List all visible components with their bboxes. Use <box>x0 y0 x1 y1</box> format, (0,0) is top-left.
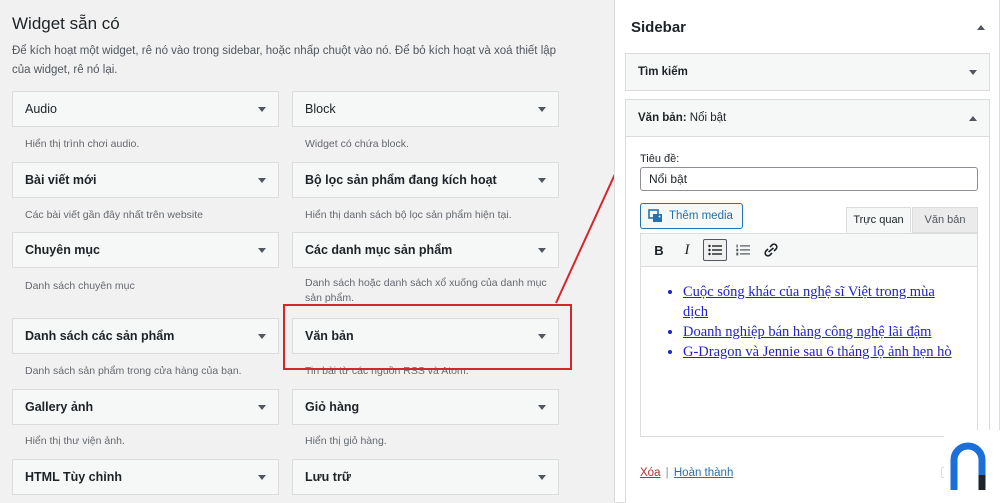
widget-title: Danh sách các sản phẩm <box>25 329 175 343</box>
widget-description: Hiển thị giỏ hàng. <box>305 435 387 447</box>
chevron-down-icon[interactable] <box>538 106 546 112</box>
italic-button[interactable]: I <box>675 239 699 261</box>
bold-icon: B <box>654 242 664 258</box>
title-input[interactable] <box>640 167 978 191</box>
link-icon <box>764 243 778 257</box>
title-label: Tiêu đề: <box>640 153 680 165</box>
chevron-down-icon[interactable] <box>538 247 546 253</box>
sidebar-title: Sidebar <box>631 18 687 36</box>
widget-title: Audio <box>25 102 57 116</box>
widget-title: HTML Tùy chỉnh <box>25 470 122 484</box>
widget-categories[interactable]: Chuyên mục <box>12 232 279 268</box>
chevron-down-icon[interactable] <box>538 404 546 410</box>
widget-description: Danh sách sản phẩm trong cửa hàng của bạ… <box>25 365 242 377</box>
widget-title: Các danh mục sản phẩm <box>305 243 453 257</box>
available-widgets-description: Để kích hoạt một widget, rê nó vào trong… <box>12 45 557 76</box>
available-widgets-title: Widget sẵn có <box>12 14 120 33</box>
widget-title: Bài viết mới <box>25 173 97 187</box>
widget-title: Lưu trữ <box>305 470 351 484</box>
widget-type-label: Văn bản: <box>638 112 687 124</box>
chevron-down-icon[interactable] <box>258 177 266 183</box>
widget-description: Hiển thị danh sách bộ lọc sản phẩm hiện … <box>305 209 512 221</box>
media-icon <box>648 209 662 222</box>
widget-custom-html[interactable]: HTML Tùy chỉnh <box>12 459 279 495</box>
widget-title: Giỏ hàng <box>305 400 360 414</box>
add-media-button[interactable]: Thêm media <box>640 203 743 229</box>
widget-description: Danh sách hoặc danh sách xổ xuống của da… <box>305 277 547 304</box>
chevron-down-icon[interactable] <box>538 474 546 480</box>
text-widget-form: Tiêu đề: Thêm media Trực quan Văn bản B … <box>625 137 990 503</box>
chevron-down-icon[interactable] <box>969 69 977 75</box>
article-link[interactable]: Doanh nghiệp bán hàng công nghệ lãi đậm <box>683 324 931 340</box>
widget-product-categories[interactable]: Các danh mục sản phẩm <box>292 232 559 268</box>
widget-active-product-filters[interactable]: Bộ lọc sản phẩm đang kích hoạt <box>292 162 559 198</box>
content-list: Cuộc sống khác của nghệ sĩ Việt trong mù… <box>683 282 963 362</box>
widget-products-list[interactable]: Danh sách các sản phẩm <box>12 318 279 354</box>
widget-audio[interactable]: Audio <box>12 91 279 127</box>
list-item: Doanh nghiệp bán hàng công nghệ lãi đậm <box>683 322 963 342</box>
add-media-label: Thêm media <box>669 210 733 222</box>
tab-visual[interactable]: Trực quan <box>846 207 911 233</box>
chevron-down-icon[interactable] <box>258 474 266 480</box>
widget-description: Các bài viết gần đây nhất trên website <box>25 209 204 221</box>
chevron-down-icon[interactable] <box>538 177 546 183</box>
italic-icon: I <box>684 241 690 258</box>
widget-title: Bộ lọc sản phẩm đang kích hoạt <box>305 173 497 187</box>
sidebar-widget-search[interactable]: Tìm kiếm <box>625 53 990 91</box>
list-item: G-Dragon và Jennie sau 6 tháng lộ ảnh hẹ… <box>683 342 963 362</box>
chevron-up-icon[interactable] <box>969 115 977 121</box>
rich-text-editor: B I • Cuộc sống khác của nghệ sĩ Việt tr… <box>640 233 978 437</box>
widget-recent-posts[interactable]: Bài viết mới <box>12 162 279 198</box>
bulleted-list-icon <box>708 244 722 256</box>
bulleted-list-button[interactable] <box>703 239 727 261</box>
chevron-down-icon[interactable] <box>258 404 266 410</box>
numbered-list-icon <box>736 244 750 256</box>
chevron-down-icon[interactable] <box>258 333 266 339</box>
list-item: Cuộc sống khác của nghệ sĩ Việt trong mù… <box>683 282 963 322</box>
widget-actions: Xóa | Hoàn thành <box>640 467 733 479</box>
delete-link[interactable]: Xóa <box>640 467 660 479</box>
widget-cart[interactable]: Giỏ hàng <box>292 389 559 425</box>
sidebar-widget-text[interactable]: Văn bản: Nổi bật <box>625 99 990 137</box>
widget-gallery[interactable]: Gallery ảnh <box>12 389 279 425</box>
widget-title: Block <box>305 102 336 116</box>
widget-block[interactable]: Block <box>292 91 559 127</box>
editor-content[interactable]: Cuộc sống khác của nghệ sĩ Việt trong mù… <box>641 268 977 436</box>
logo-icon <box>950 442 986 490</box>
insert-link-button[interactable] <box>759 239 783 261</box>
article-link[interactable]: G-Dragon và Jennie sau 6 tháng lộ ảnh hẹ… <box>683 344 952 360</box>
brand-logo <box>944 430 1000 503</box>
widget-instance-name: Nổi bật <box>689 112 727 124</box>
numbered-list-button[interactable] <box>731 239 755 261</box>
widget-description: Hiển thị trình chơi audio. <box>25 138 140 150</box>
link-separator: | <box>665 467 669 479</box>
chevron-down-icon[interactable] <box>258 247 266 253</box>
widget-title: Tìm kiếm <box>638 66 688 78</box>
article-link[interactable]: Cuộc sống khác của nghệ sĩ Việt trong mù… <box>683 284 935 320</box>
sidebar-widget-area: Sidebar Tìm kiếm Văn bản: Nổi bật Tiêu đ… <box>614 0 1000 503</box>
widget-title: Văn bản: Nổi bật <box>638 112 726 124</box>
bold-button[interactable]: B <box>647 239 671 261</box>
widget-description: Danh sách chuyên mục <box>25 280 135 292</box>
widget-title: Chuyên mục <box>25 243 101 257</box>
chevron-down-icon[interactable] <box>258 106 266 112</box>
widget-description: Hiển thị thư viện ảnh. <box>25 435 125 447</box>
chevron-up-icon[interactable] <box>977 24 985 30</box>
tab-text[interactable]: Văn bản <box>912 207 978 233</box>
editor-toolbar: B I <box>641 234 977 267</box>
widget-description: Widget có chứa block. <box>305 138 409 150</box>
sidebar-header[interactable]: Sidebar <box>615 0 1000 54</box>
widget-archives[interactable]: Lưu trữ <box>292 459 559 495</box>
highlight-box <box>283 304 572 370</box>
widget-title: Gallery ảnh <box>25 400 94 414</box>
done-link[interactable]: Hoàn thành <box>674 467 733 479</box>
